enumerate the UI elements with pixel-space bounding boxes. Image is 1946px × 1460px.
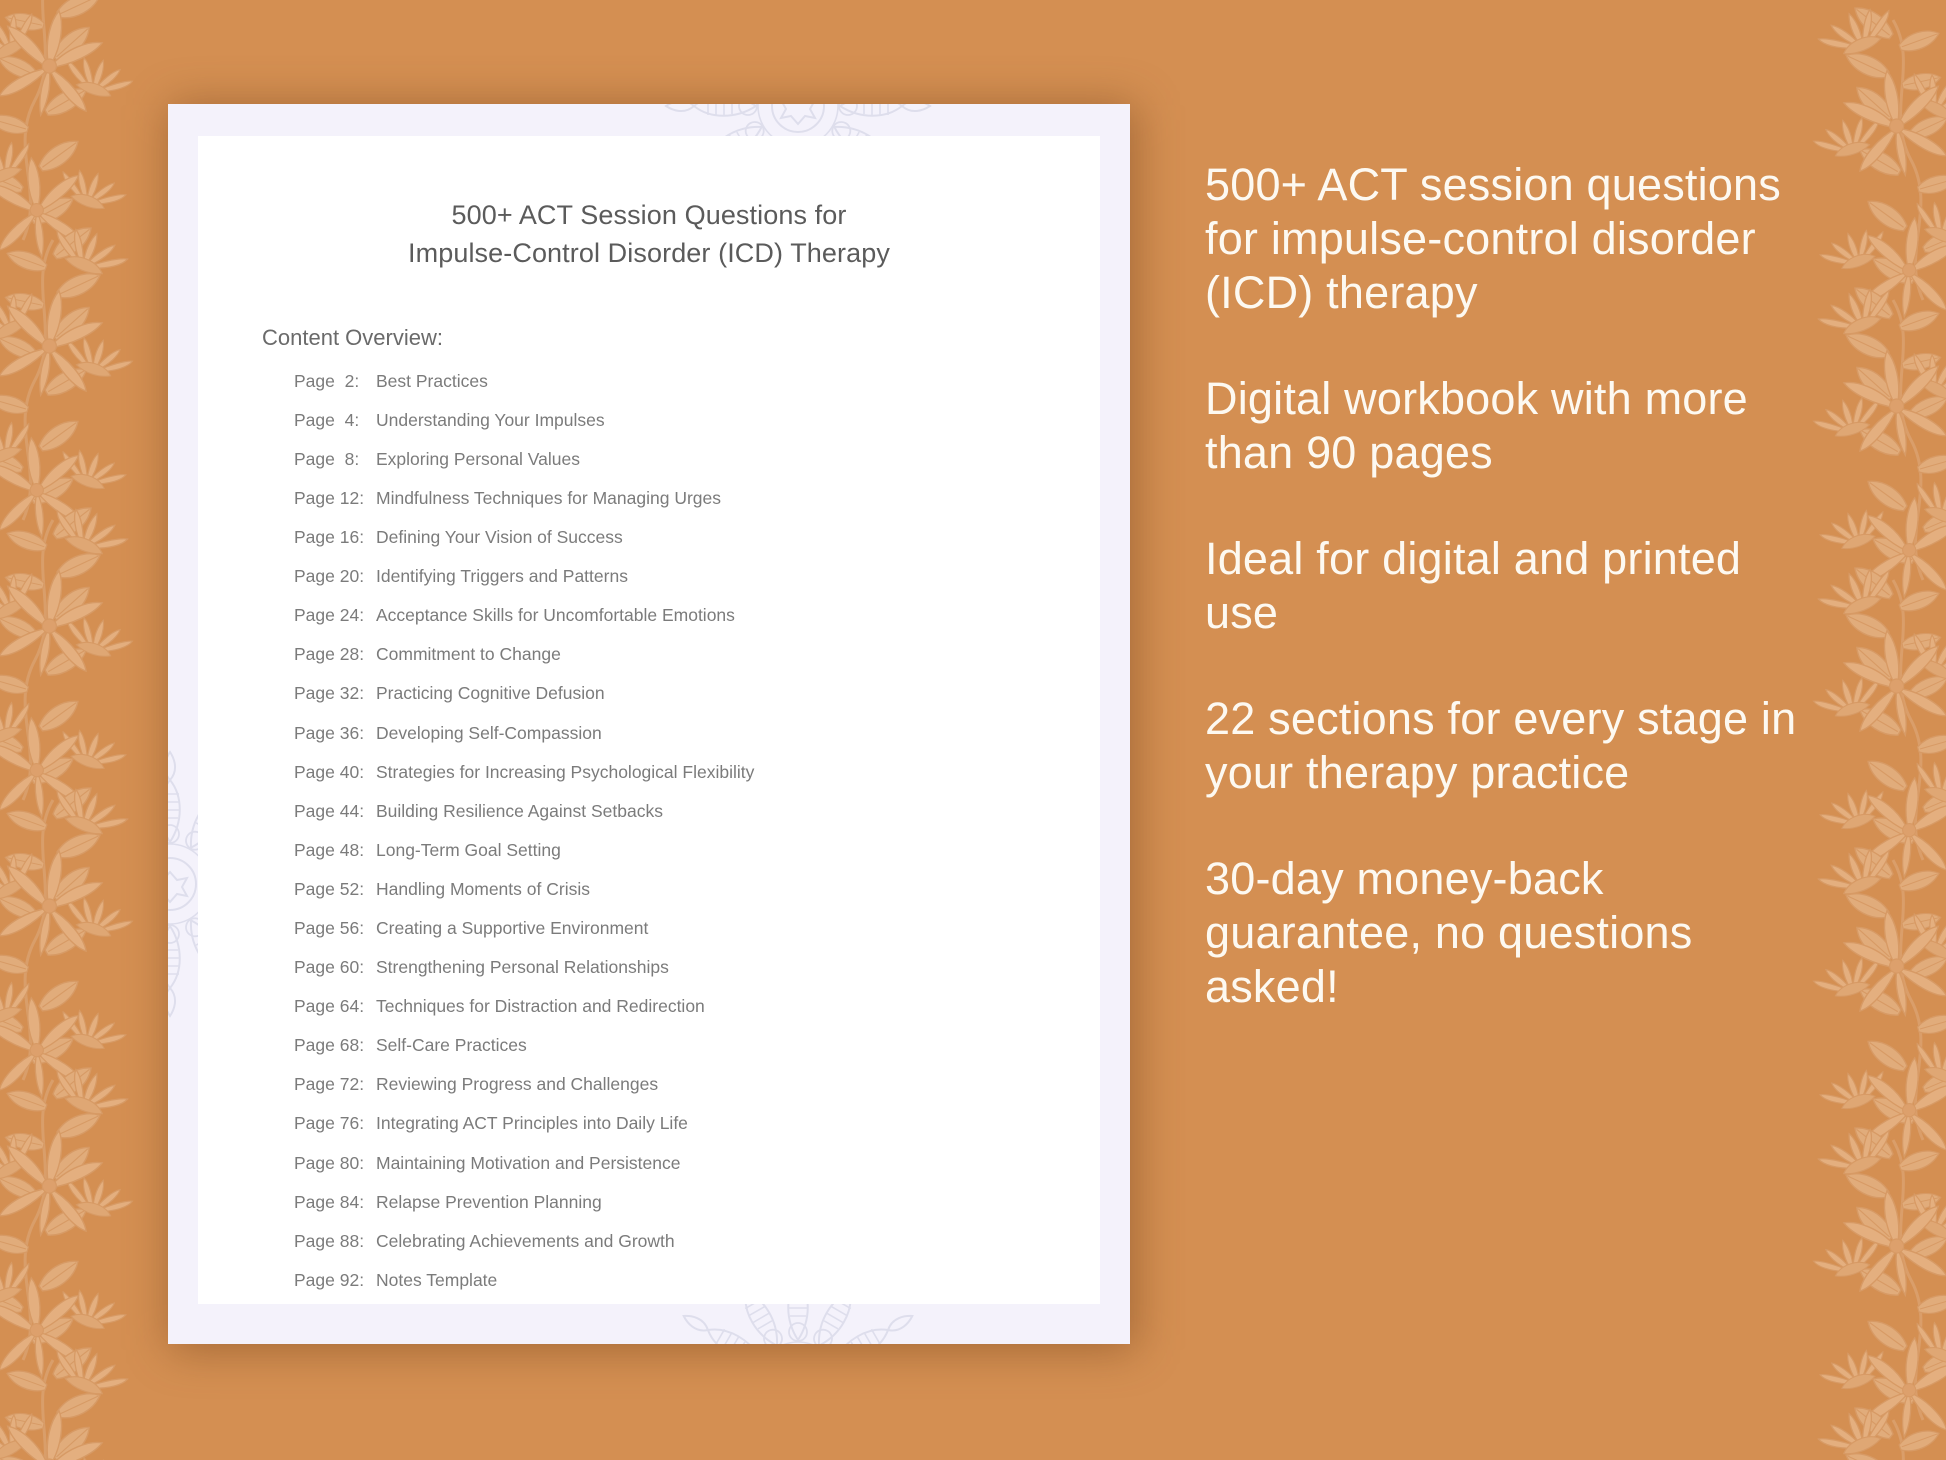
toc-entry-page: Page 12: [294, 487, 365, 508]
floral-border-left [0, 0, 195, 1460]
toc-entry-page: Page 52: [294, 878, 365, 899]
toc-entry-page: Page 72: [294, 1074, 365, 1095]
toc-entry-title: Identifying Triggers and Patterns [376, 566, 628, 587]
toc-entry: Page 32: Practicing Cognitive Defusion [294, 685, 1100, 703]
toc-entry-title: Mindfulness Techniques for Managing Urge… [376, 487, 722, 508]
page-title: 500+ ACT Session Questions for Impulse-C… [198, 196, 1100, 273]
toc-entry-title: Handling Moments of Crisis [376, 878, 590, 899]
toc-entry-page: Page 88: [294, 1230, 365, 1251]
page-title-line-1: 500+ ACT Session Questions for [451, 200, 847, 230]
marketing-blurb: 22 sections for every stage in your ther… [1205, 693, 1797, 798]
toc-entry: Page 36: Developing Self-Compassion [294, 722, 1100, 743]
toc-entry: Page 16: Defining Your Vision of Success [294, 529, 1100, 547]
toc-entry: Page 20: Identifying Triggers and Pattern… [294, 568, 1100, 586]
toc-entry: Page 8: Exploring Personal Values [294, 448, 1100, 469]
toc-entry: Page 44: Building Resilience Against Setb… [294, 800, 1100, 821]
toc-entry-title: Defining Your Vision of Success [376, 527, 623, 548]
content-overview-label: Content Overview: [262, 324, 443, 350]
toc-entry: Page 64: Techniques for Distraction and R… [294, 998, 1100, 1016]
toc-entry: Page 84: Relapse Prevention Planning [294, 1191, 1100, 1212]
toc-entry: Page 88: Celebrating Achievements and Gro… [294, 1230, 1100, 1251]
toc-entry: Page 80: Maintaining Motivation and Persi… [294, 1152, 1100, 1173]
toc-entry: Page 24: Acceptance Skills for Uncomforta… [294, 607, 1100, 625]
toc-entry-page: Page 28: [294, 644, 365, 665]
toc-entry: Page 40: Strategies for Increasing Psycho… [294, 761, 1100, 782]
toc-entry-title: Developing Self-Compassion [376, 722, 602, 743]
toc-entry-page: Page 44: [294, 800, 365, 821]
toc-entry-title: Long-Term Goal Setting [376, 839, 561, 860]
toc-entry: Page 60: Strengthening Personal Relations… [294, 959, 1100, 977]
toc-entry-title: Maintaining Motivation and Persistence [376, 1152, 681, 1173]
marketing-copy: 500+ ACT session questions for impulse-c… [1205, 158, 1815, 1014]
toc-entry-page: Page 24: [294, 605, 365, 626]
toc-entry: Page 12: Mindfulness Techniques for Manag… [294, 487, 1100, 508]
marketing-blurb: Ideal for digital and printed use [1205, 533, 1742, 638]
toc-entry-page: Page 64: [294, 996, 365, 1017]
table-of-contents: Page 2: Best Practices Page 4: Understandin… [294, 370, 1100, 1290]
toc-entry-title: Creating a Supportive Environment [376, 917, 649, 938]
toc-entry: Page 48: Long-Term Goal Setting [294, 839, 1100, 860]
toc-entry-title: Understanding Your Impulses [376, 409, 605, 430]
toc-entry-page: Page 4: [294, 409, 360, 430]
toc-entry-title: Self-Care Practices [376, 1035, 527, 1056]
toc-entry-title: Celebrating Achievements and Growth [376, 1230, 675, 1251]
toc-entry-page: Page 8: [294, 448, 360, 469]
toc-entry: Page 56: Creating a Supportive Environmen… [294, 917, 1100, 938]
toc-entry-page: Page 2: [294, 370, 360, 391]
toc-entry-page: Page 48: [294, 839, 365, 860]
toc-entry: Page 72: Reviewing Progress and Challenge… [294, 1076, 1100, 1094]
toc-entry: Page 68: Self-Care Practices [294, 1037, 1100, 1055]
toc-entry-page: Page 80: [294, 1152, 365, 1173]
toc-entry-title: Relapse Prevention Planning [376, 1191, 602, 1212]
marketing-blurb: 500+ ACT session questions for impulse-c… [1205, 159, 1781, 318]
toc-entry: Page 4: Understanding Your Impulses [294, 409, 1100, 430]
toc-entry-page: Page 20: [294, 566, 365, 587]
toc-entry-page: Page 40: [294, 761, 365, 782]
marketing-blurb: 30-day money-back guarantee, no question… [1205, 853, 1693, 1012]
toc-entry-page: Page 32: [294, 683, 365, 704]
toc-entry-title: Strengthening Personal Relationships [376, 957, 669, 978]
toc-entry-page: Page 56: [294, 917, 365, 938]
marketing-blurb: Digital workbook with more than 90 pages [1205, 373, 1748, 478]
toc-entry-page: Page 68: [294, 1035, 365, 1056]
document-mat: 500+ ACT Session Questions for Impulse-C… [168, 104, 1130, 1344]
toc-entry-title: Commitment to Change [376, 644, 561, 665]
toc-entry: Page 76: Integrating ACT Principles into … [294, 1115, 1100, 1133]
toc-entry-title: Integrating ACT Principles into Daily Li… [376, 1113, 688, 1134]
toc-entry: Page 52: Handling Moments of Crisis [294, 878, 1100, 899]
toc-entry-page: Page 76: [294, 1113, 365, 1134]
toc-entry: Page 28: Commitment to Change [294, 646, 1100, 664]
toc-entry: Page 2: Best Practices [294, 370, 1100, 391]
toc-entry-page: Page 84: [294, 1191, 365, 1212]
toc-entry-title: Practicing Cognitive Defusion [376, 683, 605, 704]
toc-entry-title: Notes Template [376, 1269, 498, 1290]
toc-entry-page: Page 60: [294, 957, 365, 978]
toc-entry-title: Exploring Personal Values [376, 448, 580, 469]
toc-entry-title: Strategies for Increasing Psychological … [376, 761, 755, 782]
toc-entry-title: Techniques for Distraction and Redirecti… [376, 996, 705, 1017]
document-page: 500+ ACT Session Questions for Impulse-C… [198, 136, 1100, 1304]
toc-entry-title: Building Resilience Against Setbacks [376, 800, 663, 821]
toc-entry-title: Best Practices [376, 370, 488, 391]
toc-entry-page: Page 36: [294, 722, 365, 743]
toc-entry-page: Page 92: [294, 1269, 365, 1290]
toc-entry-page: Page 16: [294, 527, 365, 548]
page-title-line-2: Impulse-Control Disorder (ICD) Therapy [408, 238, 890, 269]
toc-entry: Page 92: Notes Template [294, 1269, 1100, 1290]
toc-entry-title: Reviewing Progress and Challenges [376, 1074, 659, 1095]
toc-entry-title: Acceptance Skills for Uncomfortable Emot… [376, 605, 735, 626]
